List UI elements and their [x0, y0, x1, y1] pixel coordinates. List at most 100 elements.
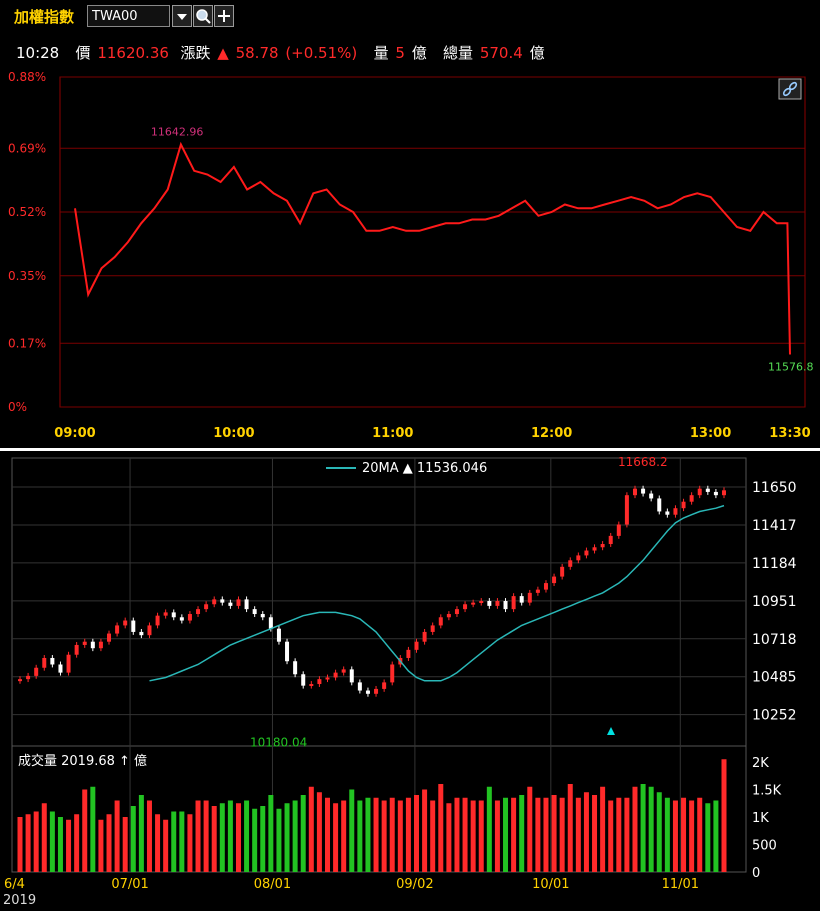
total-volume-value: 570.4 — [479, 44, 523, 62]
change-value: 58.78 — [235, 44, 279, 62]
candle — [608, 532, 613, 547]
volume-bar — [478, 800, 484, 872]
candle — [333, 669, 338, 681]
volume-bar — [130, 806, 136, 872]
candle — [171, 609, 176, 621]
chevron-down-icon — [177, 14, 187, 20]
candle — [438, 614, 443, 629]
intraday-y-tick: 0% — [8, 400, 27, 414]
candle — [446, 611, 451, 621]
candle — [244, 596, 249, 613]
candle — [82, 638, 87, 648]
candle — [107, 630, 112, 645]
candle — [50, 655, 55, 668]
volume-bar — [640, 784, 646, 872]
volume-bar — [681, 797, 687, 872]
candle — [301, 671, 306, 689]
volume-bar — [138, 795, 144, 872]
volume-bar — [527, 786, 533, 872]
candle — [66, 651, 71, 676]
volume-bar — [284, 803, 290, 872]
volume-bar — [422, 789, 428, 872]
symbol-input[interactable] — [87, 5, 170, 27]
volume-bar — [664, 797, 670, 872]
price-value: 11620.36 — [97, 44, 169, 62]
intraday-x-tick: 09:00 — [54, 426, 95, 441]
ma20-line — [149, 504, 725, 682]
volume-bar — [519, 795, 525, 872]
volume-bar — [462, 797, 468, 872]
volume-bar — [349, 789, 355, 872]
index-title: 加權指數 — [14, 8, 75, 26]
intraday-y-tick: 0.35% — [8, 269, 46, 283]
volume-legend: 成交量 2019.68 ↑ 億 — [18, 753, 147, 769]
volume-bar — [90, 786, 96, 872]
volume-bar — [25, 814, 31, 872]
volume-bar — [575, 797, 581, 872]
ma-legend: 20MA ▲ 11536.046 — [326, 461, 487, 476]
candle — [365, 687, 370, 697]
volume-bar — [171, 811, 177, 872]
candle — [147, 622, 152, 639]
candle — [535, 586, 540, 596]
volume-bar — [324, 797, 330, 872]
search-button[interactable] — [193, 5, 213, 27]
plus-icon — [218, 10, 230, 22]
candle — [463, 601, 468, 613]
volume-bar — [49, 811, 55, 872]
ma-legend-label: 20MA ▲ 11536.046 — [362, 461, 487, 476]
candle — [155, 612, 160, 629]
intraday-y-tick: 0.52% — [8, 205, 46, 219]
volume-bar — [268, 795, 274, 872]
volume-bar — [656, 792, 662, 872]
candle — [681, 498, 686, 512]
volume-bar — [648, 786, 654, 872]
intraday-chart: 0.88% 0.69% 0.52% 0.35% 0.17% 0% 09:00 10:00 11… — [8, 70, 814, 441]
volume-bar — [559, 797, 565, 872]
volume-bar — [300, 795, 306, 872]
add-button[interactable] — [214, 5, 234, 27]
volume-bar — [511, 797, 517, 872]
intraday-x-tick: 10:00 — [213, 426, 254, 441]
daily-chart: 11650 11417 11184 10951 10718 10485 10252 2K 1.… — [4, 455, 797, 892]
total-volume-unit: 億 — [529, 44, 545, 62]
volume-bar — [82, 789, 88, 872]
candle — [527, 589, 532, 606]
candle — [422, 629, 427, 645]
candle — [374, 685, 379, 697]
volume-bar — [203, 800, 209, 872]
candle — [18, 676, 22, 684]
candle — [260, 611, 265, 621]
symbol-dropdown-button[interactable] — [172, 5, 192, 27]
daily-x-tick: 11/01 — [662, 877, 699, 892]
candle — [511, 593, 516, 613]
daily-low-annotation: 10180.04 — [250, 735, 307, 749]
volume-bar — [106, 814, 112, 872]
volume-unit: 億 — [411, 44, 427, 62]
quote-time: 10:28 — [16, 44, 60, 62]
volume-bar — [227, 800, 233, 872]
candle — [187, 611, 192, 624]
candle — [204, 601, 209, 613]
volume-bar — [57, 817, 63, 872]
volume-bar — [446, 803, 452, 872]
candle — [503, 598, 508, 613]
volume-bar — [33, 811, 39, 872]
price-label: 價 — [75, 44, 91, 62]
volume-bar — [179, 811, 185, 872]
volume-bar — [74, 814, 80, 872]
daily-y-tick: 10485 — [752, 670, 797, 686]
volume-bar — [503, 797, 509, 872]
volume-bar — [438, 784, 444, 872]
volume-bar — [381, 800, 387, 872]
link-button[interactable] — [778, 78, 802, 100]
candle — [713, 489, 718, 499]
intraday-x-tick: 13:00 — [690, 426, 731, 441]
candle — [454, 606, 459, 617]
volume-bar — [211, 806, 217, 872]
volume-bar — [163, 819, 169, 872]
daily-y-tick: 10951 — [752, 594, 797, 610]
intraday-y-tick: 0.17% — [8, 336, 46, 350]
candle — [293, 658, 298, 678]
volume-bar — [486, 786, 492, 872]
